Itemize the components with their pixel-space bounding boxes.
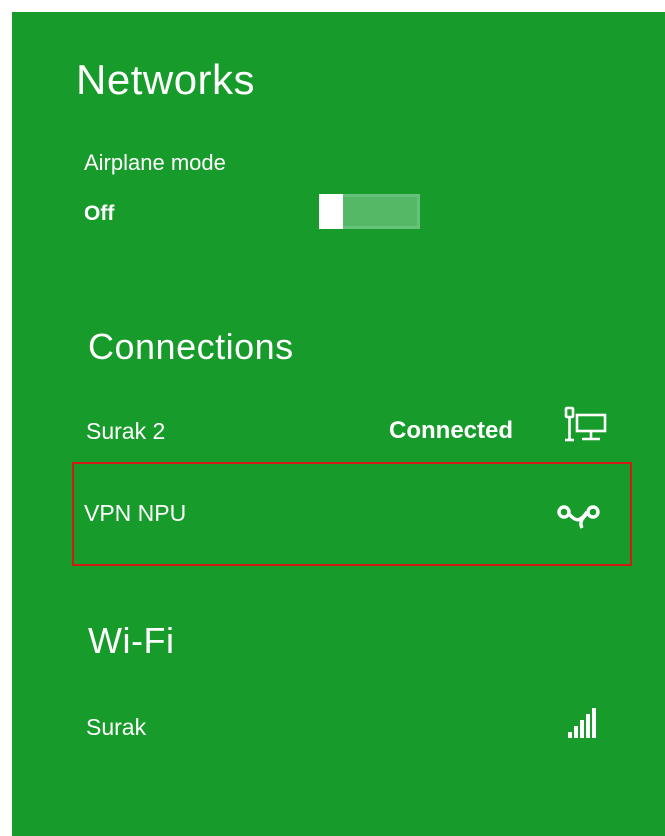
wifi-heading: Wi-Fi [88, 620, 175, 661]
wifi-network-name: Surak [86, 714, 147, 740]
airplane-mode-state: Off [84, 202, 115, 225]
airplane-mode-label: Airplane mode [84, 150, 226, 175]
connection-item-surak-2[interactable]: Surak 2 Connected [72, 390, 632, 472]
connection-item-vpn-npu[interactable]: VPN NPU [72, 462, 632, 566]
wifi-signal-icon [566, 706, 596, 745]
connection-name: Surak 2 [86, 418, 166, 444]
wired-network-icon [562, 406, 610, 451]
connection-name: VPN NPU [84, 500, 187, 526]
wifi-item-surak[interactable]: Surak [72, 692, 632, 774]
vpn-icon [556, 502, 602, 537]
toggle-thumb[interactable] [319, 194, 343, 229]
panel-title: Networks [76, 56, 256, 103]
networks-panel: Networks Airplane mode Off Connections S… [12, 12, 665, 836]
airplane-mode-toggle[interactable] [319, 194, 420, 229]
connection-status: Connected [389, 417, 514, 444]
connections-heading: Connections [88, 326, 294, 367]
